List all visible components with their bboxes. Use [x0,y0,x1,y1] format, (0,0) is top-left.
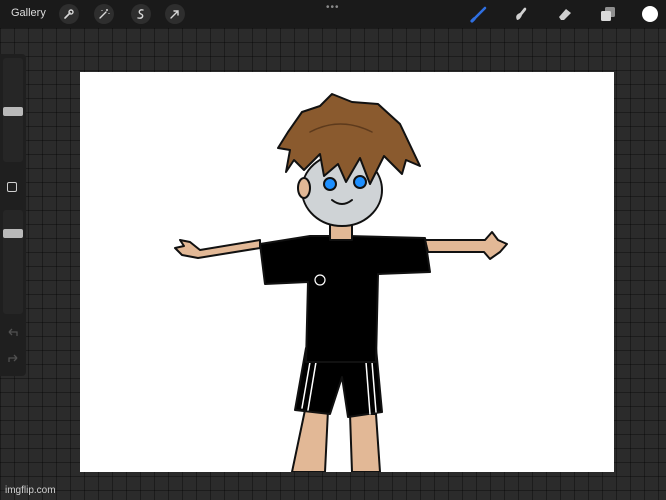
opacity-slider[interactable] [3,210,23,314]
wrench-icon [64,9,74,19]
redo-icon[interactable] [6,352,20,364]
layers-icon[interactable] [599,5,617,23]
eraser-icon[interactable] [556,5,574,23]
more-options-icon[interactable]: ••• [326,2,340,13]
adjustments-button[interactable] [94,4,114,24]
watermark-text: imgflip.com [5,485,56,496]
selection-button[interactable] [131,4,151,24]
brush-icon[interactable] [470,5,488,23]
top-toolbar: Gallery ••• [0,0,666,28]
opacity-thumb[interactable] [3,229,23,238]
gallery-button[interactable]: Gallery [11,7,46,19]
magic-wand-icon [99,9,110,19]
drawing-canvas[interactable] [80,72,614,472]
selection-icon [137,9,144,19]
smudge-icon[interactable] [512,5,530,23]
transform-button[interactable] [165,4,185,24]
undo-icon[interactable] [6,326,20,338]
modify-square-icon[interactable] [7,182,17,192]
brush-size-thumb[interactable] [3,107,23,116]
character-drawing [174,93,508,472]
transform-arrow-icon [170,10,179,19]
color-picker-swatch[interactable] [642,6,658,22]
actions-button[interactable] [59,4,79,24]
left-sidebar [0,54,26,376]
